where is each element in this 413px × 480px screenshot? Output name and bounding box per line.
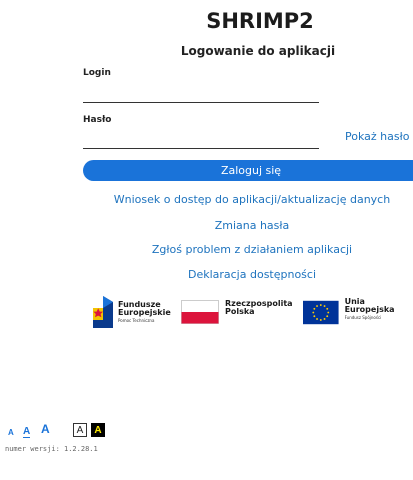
polish-flag-icon	[181, 300, 219, 324]
access-request-link[interactable]: Wniosek o dostęp do aplikacji/aktualizac…	[0, 193, 413, 206]
rzeczpospolita-polska-logo: Rzeczpospolita Polska	[181, 294, 293, 330]
contrast-high-button[interactable]: A	[91, 423, 105, 437]
app-title: SHRIMP2	[206, 9, 314, 33]
fundusze-europejskie-logo: Fundusze Europejskie Pomoc Techniczna	[92, 294, 171, 330]
accessibility-declaration-link[interactable]: Deklaracja dostępności	[0, 268, 413, 281]
password-input[interactable]	[83, 130, 319, 149]
fe-logo-line2: Europejskie	[118, 308, 171, 317]
login-input[interactable]	[83, 84, 319, 103]
fe-logo-sub: Pomoc Techniczna	[118, 318, 155, 323]
ue-logo-line1: Unia Europejska	[344, 297, 395, 314]
report-problem-link[interactable]: Zgłoś problem z działaniem aplikacji	[0, 243, 413, 256]
ue-logo-sub: Fundusz Spójności	[344, 315, 382, 320]
login-button-label: Zaloguj się	[220, 164, 282, 177]
font-size-medium-button[interactable]: A	[23, 425, 31, 438]
contrast-normal-button[interactable]: A	[73, 423, 87, 437]
show-password-link[interactable]: Pokaż hasło	[345, 130, 409, 143]
font-size-small-button[interactable]: A	[8, 427, 14, 437]
password-label: Hasło	[83, 115, 112, 125]
fundusze-europejskie-icon	[93, 296, 113, 328]
unia-europejska-logo: Unia Europejska Fundusz Spójności	[303, 294, 413, 330]
font-size-large-button[interactable]: A	[41, 422, 50, 436]
login-button[interactable]: Zaloguj się	[83, 160, 413, 181]
rp-logo-line2: Polska	[225, 307, 255, 316]
page-subtitle: Logowanie do aplikacji	[180, 44, 336, 58]
login-label: Login	[83, 68, 111, 78]
change-password-link[interactable]: Zmiana hasła	[0, 219, 413, 232]
version-number: numer wersji: 1.2.28.1	[5, 445, 98, 453]
eu-flag-icon	[303, 300, 339, 324]
